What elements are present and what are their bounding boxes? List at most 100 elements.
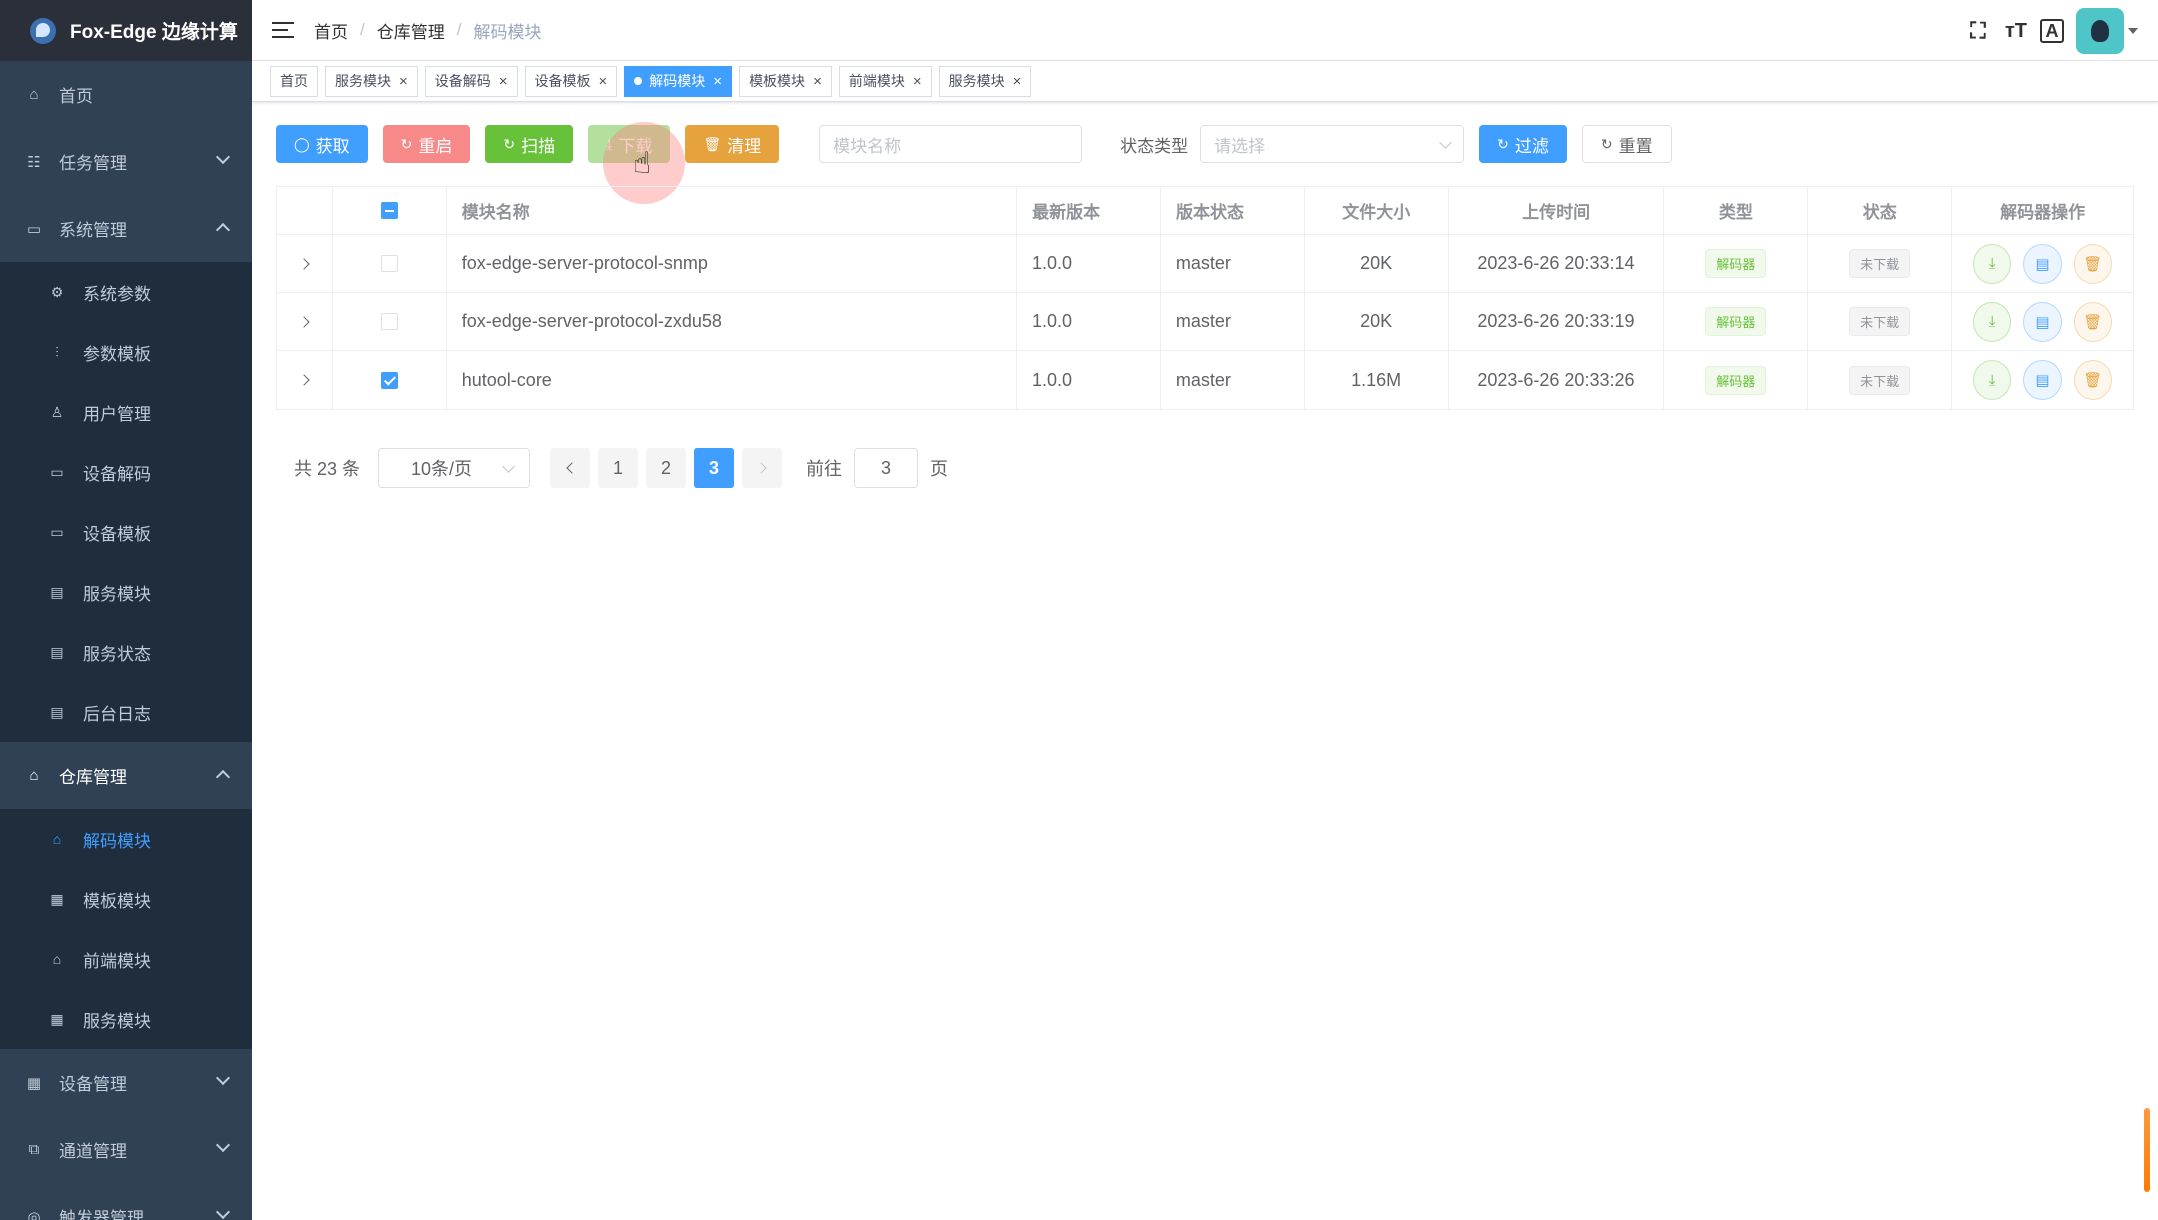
page-size-select[interactable]: 10条/页 [378,448,531,488]
hamburger-icon[interactable] [272,21,294,39]
download-icon[interactable]: ⤓ [1973,360,2012,400]
download-icon[interactable]: ⤓ [1973,243,2012,284]
download-icon[interactable]: ⤓ [1973,301,2012,342]
module-icon: ▤ [50,643,64,660]
sidebar-item-trigger-management[interactable]: ◎ 触发器管理 [0,1183,252,1220]
close-icon[interactable]: × [1013,73,1022,90]
cell-file-size: 20K [1305,293,1449,350]
sidebar-item-task-management[interactable]: ☷ 任务管理 [0,128,252,195]
chevron-up-icon [215,769,231,785]
tag-decoder-module[interactable]: 解码模块 × [624,65,733,97]
page-button-current[interactable]: 3 [694,448,735,488]
logo[interactable]: Fox-Edge 边缘计算 [0,0,252,61]
breadcrumb-warehouse[interactable]: 仓库管理 [377,18,445,43]
sidebar-item-home[interactable]: ⌂ 首页 [0,61,252,128]
tag-service-module-repo[interactable]: 服务模块 × [938,65,1032,97]
language-icon[interactable]: A [2040,19,2064,43]
sidebar-item-decoder-module[interactable]: ⌂ 解码模块 [0,809,252,869]
module-name-input[interactable]: 模块名称 [819,125,1083,163]
sidebar-item-channel-management[interactable]: ⧉ 通道管理 [0,1116,252,1183]
expand-cell[interactable] [277,351,333,409]
status-type-label: 状态类型 [1120,136,1189,156]
tag-device-template[interactable]: 设备模板 × [524,65,618,97]
header-status: 状态 [1808,187,1953,234]
tag-home[interactable]: 首页 [270,65,318,97]
user-icon: ♙ [50,403,64,420]
select-all-checkbox[interactable] [380,202,398,219]
fullscreen-icon[interactable]: ⛶ [1964,17,1992,45]
sidebar-item-system-params[interactable]: ⚙ 系统参数 [0,262,252,322]
row-checkbox[interactable] [380,371,398,389]
sidebar-item-service-module[interactable]: ▤ 服务模块 [0,562,252,622]
close-icon[interactable]: × [813,73,822,90]
font-size-icon[interactable]: тT [2002,17,2030,45]
row-checkbox[interactable] [380,255,398,272]
sidebar-item-template-module[interactable]: ▦ 模板模块 [0,869,252,929]
restart-button[interactable]: ↻ 重启 [382,125,471,163]
refresh-icon: ↻ [400,135,413,152]
cell-type: 解码器 [1664,351,1809,409]
chevron-right-icon [298,374,311,386]
caret-down-icon[interactable] [2128,28,2138,34]
delete-icon[interactable]: 🗑 [2073,301,2112,342]
document-icon[interactable]: ▤ [2023,243,2062,284]
header-version: 最新版本 [1017,187,1161,234]
reset-button[interactable]: ↻ 重置 [1581,125,1672,163]
sidebar-item-service-status[interactable]: ▤ 服务状态 [0,622,252,682]
sidebar-item-user-management[interactable]: ♙ 用户管理 [0,382,252,442]
sidebar-item-backend-log[interactable]: ▤ 后台日志 [0,682,252,742]
search-icon: ◯ [294,135,310,152]
cell-name: fox-edge-server-protocol-zxdu58 [447,293,1018,350]
table-row: fox-edge-server-protocol-zxdu58 1.0.0 ma… [277,293,2133,351]
cell-type: 解码器 [1664,235,1809,292]
sidebar-item-device-template[interactable]: ▭ 设备模板 [0,502,252,562]
delete-icon[interactable]: 🗑 [2073,360,2112,400]
sidebar-item-label: 后台日志 [83,704,151,724]
sidebar-item-device-decoder[interactable]: ▭ 设备解码 [0,442,252,502]
close-icon[interactable]: × [399,73,408,90]
sidebar-item-service-module-repo[interactable]: ▦ 服务模块 [0,989,252,1049]
sidebar-item-label: 前端模块 [83,951,151,971]
header-select [333,187,447,234]
fetch-button-label: 获取 [315,136,350,156]
document-icon[interactable]: ▤ [2023,360,2062,400]
avatar[interactable] [2076,8,2124,54]
row-checkbox[interactable] [380,313,398,330]
status-type-select[interactable]: 请选择 [1200,125,1465,163]
chevron-down-icon [215,1137,231,1153]
tag-service-module[interactable]: 服务模块 × [325,65,418,97]
scan-button[interactable]: ↻ 扫描 [485,125,574,163]
fetch-button[interactable]: ◯ 获取 [276,125,368,163]
clean-button[interactable]: 🗑 清理 [685,125,780,163]
close-icon[interactable]: × [713,73,722,90]
close-icon[interactable]: × [599,73,608,90]
tag-frontend-module[interactable]: 前端模块 × [838,65,932,97]
prev-page-button[interactable] [550,448,591,488]
sidebar-item-system-management[interactable]: ▭ 系统管理 [0,195,252,262]
sidebar-item-param-template[interactable]: ⫶ 参数模板 [0,322,252,382]
expand-cell[interactable] [277,235,333,292]
tag-device-decoder[interactable]: 设备解码 × [424,65,518,97]
sidebar-item-frontend-module[interactable]: ⌂ 前端模块 [0,929,252,989]
sidebar-item-device-management[interactable]: ▦ 设备管理 [0,1049,252,1116]
breadcrumb-home[interactable]: 首页 [314,18,348,43]
delete-icon[interactable]: 🗑 [2073,243,2112,284]
goto-input[interactable]: 3 [854,448,919,488]
close-icon[interactable]: × [913,73,922,90]
refresh-icon: ↻ [1497,135,1509,152]
scroll-indicator[interactable] [2144,1108,2150,1192]
tag-label: 服务模块 [335,73,391,89]
sidebar-item-label: 系统参数 [83,284,151,304]
page-button[interactable]: 1 [598,448,639,488]
next-page-button[interactable] [742,448,783,488]
document-icon[interactable]: ▤ [2023,301,2062,342]
close-icon[interactable]: × [499,73,508,90]
tag-template-module[interactable]: 模板模块 × [739,65,832,97]
filter-button[interactable]: ↻ 过滤 [1479,125,1567,163]
status-badge: 未下载 [1849,307,1911,336]
type-badge: 解码器 [1705,365,1767,395]
sidebar-item-warehouse-management[interactable]: ⌂ 仓库管理 [0,742,252,809]
expand-cell[interactable] [277,293,333,350]
sliders-icon: ⫶ [55,343,59,360]
page-button[interactable]: 2 [646,448,687,488]
